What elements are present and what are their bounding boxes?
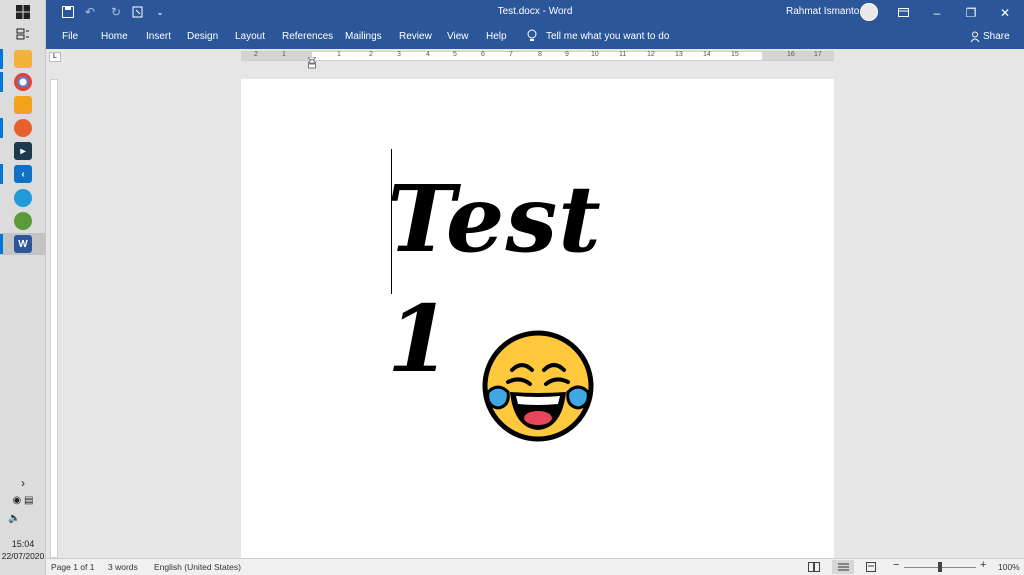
- ruler-number: 3: [397, 51, 401, 58]
- clock-time[interactable]: 15:04: [0, 539, 46, 549]
- tab-selector[interactable]: L: [49, 52, 61, 62]
- vertical-ruler[interactable]: [50, 79, 58, 558]
- tab-view[interactable]: View: [447, 31, 469, 42]
- title-bar: ↶ ↻ ⌄ Test.docx - Word Rahmat Ismanto – …: [46, 0, 1024, 25]
- ruler-number: 11: [619, 51, 627, 58]
- restore-button[interactable]: ❐: [954, 0, 988, 25]
- ruler-number: 12: [647, 51, 655, 58]
- tray-icons[interactable]: ◉ ▤: [0, 495, 46, 506]
- task-view-button[interactable]: [6, 24, 40, 44]
- ruler-number: 5: [453, 51, 457, 58]
- terminal-app-icon[interactable]: ▸: [14, 142, 32, 160]
- tab-help[interactable]: Help: [486, 31, 507, 42]
- volume-icon[interactable]: 🔈: [0, 513, 46, 524]
- language-indicator[interactable]: English (United States): [154, 562, 241, 572]
- word-count[interactable]: 3 words: [108, 562, 138, 572]
- ruler-number: 2: [254, 51, 258, 58]
- chrome-icon[interactable]: [14, 73, 32, 91]
- tell-me-search[interactable]: Tell me what you want to do: [546, 31, 669, 42]
- vscode-icon[interactable]: ‹: [14, 165, 32, 183]
- show-hidden-icons-chevron-icon[interactable]: ›: [0, 476, 46, 490]
- hanging-indent-marker[interactable]: [306, 56, 318, 69]
- network-app-icon[interactable]: [14, 189, 32, 207]
- running-indicator: [0, 118, 3, 138]
- tab-insert[interactable]: Insert: [146, 31, 171, 42]
- ruler-number: 6: [481, 51, 485, 58]
- document-workspace: L 2 1 1 2 3 4 5 6 7 8 9 10 11 12 13 14 1…: [46, 49, 1024, 558]
- ruler-number: 9: [565, 51, 569, 58]
- read-mode-icon[interactable]: [806, 560, 822, 574]
- ruler-number: 1: [282, 51, 286, 58]
- share-person-icon: [970, 30, 980, 43]
- ruler-number: 17: [814, 51, 822, 58]
- ruler-number: 8: [538, 51, 542, 58]
- print-layout-icon[interactable]: [832, 560, 854, 574]
- media-player-icon[interactable]: [14, 96, 32, 114]
- avatar[interactable]: [860, 3, 878, 21]
- document-page[interactable]: Test 1: [241, 79, 834, 558]
- ruler-number: 10: [591, 51, 599, 58]
- running-indicator: [0, 72, 3, 92]
- user-name[interactable]: Rahmat Ismanto: [786, 6, 859, 17]
- ruler-left-margin: [242, 52, 312, 60]
- ruler-number: 15: [731, 51, 739, 58]
- ruler-number: 16: [787, 51, 795, 58]
- running-indicator: [0, 164, 3, 184]
- windows-taskbar: ▸ ‹ W › ◉ ▤ 🔈 15:04 22/07/2020: [0, 0, 46, 575]
- ruler-number: 7: [509, 51, 513, 58]
- zoom-in-button[interactable]: +: [980, 559, 986, 571]
- ribbon-display-options-icon[interactable]: [886, 0, 920, 25]
- games-app-icon[interactable]: [14, 212, 32, 230]
- lightbulb-icon: [526, 29, 538, 43]
- tab-file[interactable]: File: [62, 31, 78, 42]
- zoom-slider-thumb[interactable]: [938, 562, 942, 572]
- task-view-icon: [16, 28, 29, 40]
- tab-home[interactable]: Home: [101, 31, 128, 42]
- screen: ▸ ‹ W › ◉ ▤ 🔈 15:04 22/07/2020 ↶ ↻ ⌄ Tes…: [0, 0, 1024, 575]
- clock-date[interactable]: 22/07/2020: [0, 551, 46, 561]
- ruler-number: 14: [703, 51, 711, 58]
- running-indicator: [0, 49, 3, 69]
- ruler-number: 1: [337, 51, 341, 58]
- word-app-icon[interactable]: W: [14, 235, 32, 253]
- tab-review[interactable]: Review: [399, 31, 432, 42]
- minimize-button[interactable]: –: [920, 0, 954, 25]
- tab-references[interactable]: References: [282, 31, 333, 42]
- zoom-level[interactable]: 100%: [998, 562, 1020, 572]
- page-count[interactable]: Page 1 of 1: [51, 562, 94, 572]
- status-bar: Page 1 of 1 3 words English (United Stat…: [46, 558, 1024, 575]
- web-layout-icon[interactable]: [864, 560, 880, 574]
- ruler-number: 4: [426, 51, 430, 58]
- tab-design[interactable]: Design: [187, 31, 218, 42]
- ribbon-tabs: File Home Insert Design Layout Reference…: [46, 25, 1024, 49]
- close-button[interactable]: ✕: [988, 0, 1022, 25]
- firefox-icon[interactable]: [14, 119, 32, 137]
- share-button[interactable]: Share: [983, 31, 1010, 42]
- start-button[interactable]: [6, 2, 40, 22]
- horizontal-ruler[interactable]: 2 1 1 2 3 4 5 6 7 8 9 10 11 12 13 14 15 …: [241, 51, 834, 69]
- windows-logo-icon: [16, 5, 30, 19]
- ruler-number: 2: [369, 51, 373, 58]
- ruler-right-margin: [762, 52, 834, 60]
- emoji-face-with-tears-of-joy[interactable]: [482, 330, 594, 442]
- ruler-number: 13: [675, 51, 683, 58]
- running-indicator: [0, 234, 3, 254]
- zoom-out-button[interactable]: −: [893, 559, 899, 571]
- tab-mailings[interactable]: Mailings: [345, 31, 382, 42]
- tab-layout[interactable]: Layout: [235, 31, 265, 42]
- file-explorer-icon[interactable]: [14, 50, 32, 68]
